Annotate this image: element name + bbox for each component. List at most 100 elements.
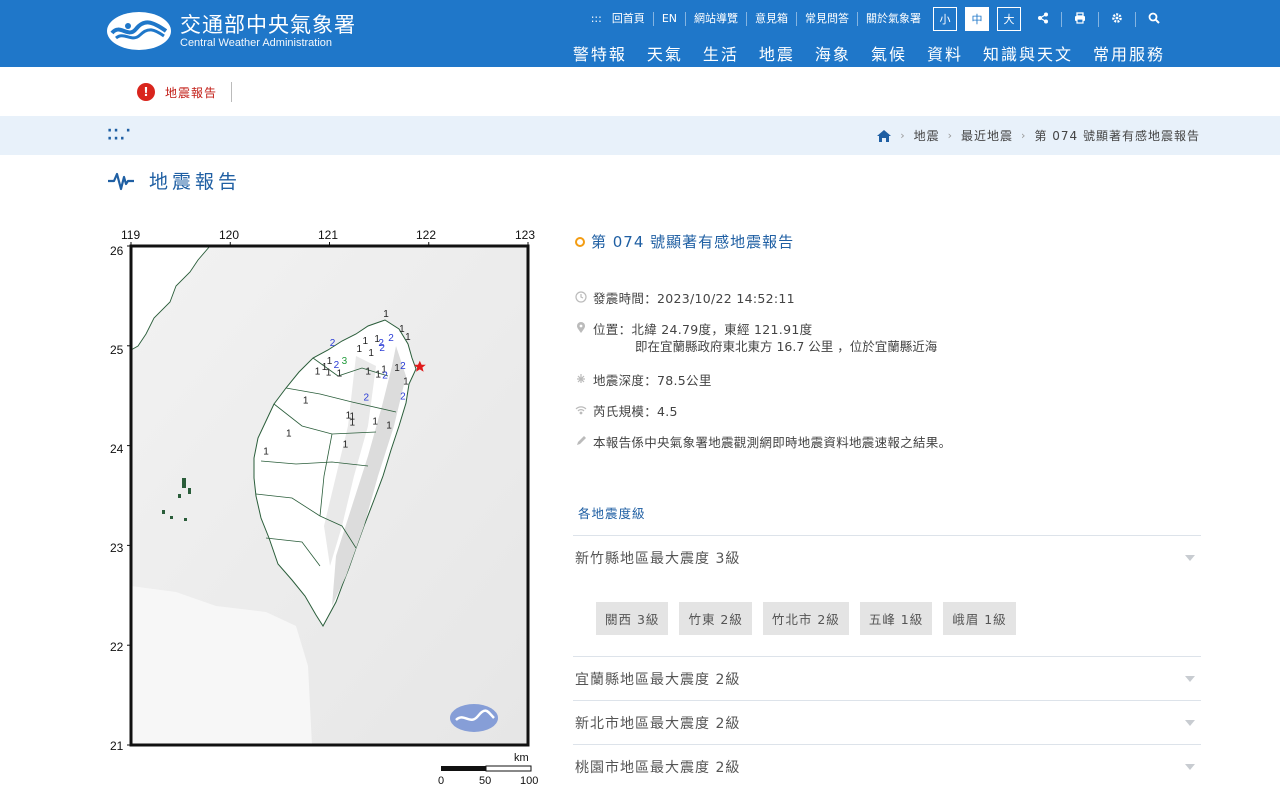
magnitude-icon — [575, 406, 587, 415]
breadcrumb-current: 第 074 號顯著有感地震報告 — [1034, 129, 1200, 143]
caret-down-icon — [1185, 675, 1195, 682]
station-tag: 峨眉 1級 — [943, 602, 1016, 635]
cwa-logo-icon — [107, 12, 171, 50]
accesskey-marker[interactable]: ::: — [583, 12, 604, 26]
accordion-label: 宜蘭縣地區最大震度 2級 — [575, 671, 741, 688]
home-icon[interactable] — [876, 129, 892, 143]
link-feedback[interactable]: 意見箱 — [747, 12, 797, 26]
lon-tick-label: 120 — [219, 228, 240, 242]
link-faq[interactable]: 常見問答 — [797, 12, 858, 26]
top-utility-links: ::: 回首頁 EN 網站導覽 意見箱 常見問答 關於氣象署 小 中 大 — [583, 6, 1172, 32]
earthquake-intensity-map: 112112211121321111121121122111111111 119… — [106, 226, 546, 789]
nav-data[interactable]: 資料 — [917, 41, 973, 65]
lon-tick-label: 123 — [515, 228, 536, 242]
settings-gear-icon[interactable] — [1099, 11, 1136, 27]
caret-down-icon — [1185, 555, 1195, 561]
lon-tick-label: 119 — [121, 228, 141, 242]
nav-weather[interactable]: 天氣 — [637, 41, 693, 65]
main-navigation: 警特報 天氣 生活 地震 海象 氣候 資料 知識與天文 常用服務 — [563, 41, 1175, 65]
nav-warnings[interactable]: 警特報 — [563, 41, 637, 65]
accesskey-center-marker[interactable]: ·· · ··· — [107, 124, 132, 146]
link-about[interactable]: 關於氣象署 — [858, 12, 929, 26]
intensity-mark: 2 — [379, 343, 385, 354]
accordion-taoyuan-city[interactable]: 桃園市地區最大震度 2級 — [573, 744, 1201, 789]
intensity-mark: 1 — [286, 429, 292, 440]
font-size-small-button[interactable]: 小 — [933, 7, 957, 31]
accordion-new-taipei-city[interactable]: 新北市地區最大震度 2級 — [573, 700, 1201, 744]
detail-magnitude-text: 芮氏規模：4.5 — [593, 404, 678, 419]
nav-knowledge[interactable]: 知識與天文 — [973, 41, 1083, 65]
station-tag: 竹北市 2級 — [762, 602, 849, 635]
detail-depth: 地震深度：78.5公里 — [575, 370, 1215, 401]
intensity-mark: 1 — [372, 417, 378, 428]
font-size-large-button[interactable]: 大 — [997, 7, 1021, 31]
intensity-mark: 1 — [337, 369, 343, 380]
lat-tick-label: 21 — [110, 739, 124, 753]
caret-down-icon — [1185, 719, 1195, 726]
lat-tick-label: 22 — [110, 640, 124, 654]
nav-life[interactable]: 生活 — [693, 41, 749, 65]
detail-depth-text: 地震深度：78.5公里 — [593, 373, 712, 388]
accordion-hsinchu-county[interactable]: 新竹縣地區最大震度 3級 — [573, 535, 1201, 580]
accordion-label: 新北市地區最大震度 2級 — [575, 715, 741, 732]
share-icon[interactable] — [1025, 11, 1062, 27]
intensity-mark: 1 — [394, 363, 400, 374]
intensity-mark: 1 — [343, 440, 349, 451]
alert-divider — [231, 82, 233, 102]
breadcrumb-earthquake[interactable]: 地震 — [914, 127, 940, 144]
font-size-medium-button[interactable]: 中 — [965, 7, 989, 31]
nav-marine[interactable]: 海象 — [805, 41, 861, 65]
alert-bar: ! 地震報告 — [137, 82, 233, 102]
lat-tick-label: 26 — [110, 244, 124, 258]
intensity-mark: 1 — [386, 421, 392, 432]
breadcrumb-recent[interactable]: 最近地震 — [961, 127, 1013, 144]
detail-time: 發震時間：2023/10/22 14:52:11 — [575, 288, 1215, 319]
lon-tick-label: 122 — [416, 228, 437, 242]
link-english[interactable]: EN — [654, 12, 686, 26]
accordion-label: 新竹縣地區最大震度 3級 — [575, 551, 741, 567]
detail-note-text: 本報告係中央氣象署地震觀測網即時地震資料地震速報之結果。 — [593, 435, 952, 450]
nav-climate[interactable]: 氣候 — [861, 41, 917, 65]
chevron-right-icon: › — [900, 129, 906, 142]
logo-title-en: Central Weather Administration — [180, 37, 333, 49]
intensity-mark: 1 — [327, 356, 333, 367]
station-tag: 五峰 1級 — [859, 602, 933, 635]
intensity-mark: 1 — [315, 367, 321, 378]
intensity-mark: 1 — [375, 370, 381, 381]
page-title-text: 地震報告 — [149, 171, 242, 193]
site-logo[interactable]: 交通部中央氣象署 Central Weather Administration — [106, 11, 356, 51]
intensity-mark: 2 — [382, 371, 388, 382]
caret-down-icon — [1185, 764, 1195, 770]
ring-bullet-icon — [575, 236, 585, 247]
station-intensity-tags: 關西 3級 竹東 2級 竹北市 2級 五峰 1級 峨眉 1級 — [596, 602, 1016, 635]
chevron-right-icon: › — [1021, 129, 1027, 142]
intensity-mark: 1 — [326, 368, 332, 379]
report-details: 發震時間：2023/10/22 14:52:11 位置：北緯 24.79度，東經… — [575, 288, 1215, 463]
accordion-label: 桃園市地區最大震度 2級 — [575, 760, 741, 776]
chevron-right-icon: › — [947, 129, 954, 142]
nav-earthquake[interactable]: 地震 — [749, 41, 805, 65]
accordion-yilan-county[interactable]: 宜蘭縣地區最大震度 2級 — [573, 656, 1201, 700]
intensity-mark: 2 — [388, 333, 394, 344]
map-canvas: 112 112211 121 3211 1 1 12112112 2111 1 11111 — [127, 242, 532, 772]
intensity-mark: 3 — [342, 356, 348, 367]
intensity-section-heading: 各地震度級 — [578, 506, 646, 521]
map-pin-icon — [577, 322, 585, 333]
alert-link[interactable]: 地震報告 — [165, 84, 217, 101]
intensity-mark: 2 — [400, 392, 406, 403]
scale-bar — [441, 765, 532, 772]
scale-label: 100 — [520, 775, 539, 787]
link-home[interactable]: 回首頁 — [604, 12, 654, 26]
watermark-logo-icon — [450, 704, 498, 732]
nav-services[interactable]: 常用服務 — [1083, 41, 1175, 65]
intensity-mark: 1 — [368, 348, 374, 359]
report-title-text: 第 074 號顯著有感地震報告 — [591, 233, 795, 251]
intensity-mark: 1 — [303, 396, 309, 407]
link-sitemap[interactable]: 網站導覽 — [686, 12, 747, 26]
search-icon[interactable] — [1136, 12, 1172, 27]
page-title: 地震報告 — [107, 167, 241, 194]
breadcrumb: › 地震 › 最近地震 › 第 074 號顯著有感地震報告 — [876, 127, 1200, 144]
print-icon[interactable] — [1062, 11, 1099, 27]
intensity-mark: 2 — [363, 393, 369, 404]
seismic-wave-icon — [108, 172, 134, 190]
